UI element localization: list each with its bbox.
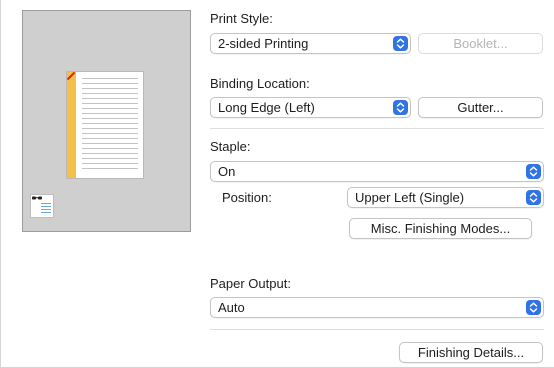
chevron-updown-icon [526, 190, 541, 205]
text-line [82, 168, 138, 169]
text-line [82, 148, 138, 149]
text-line [82, 108, 138, 109]
binding-edge-indicator [67, 72, 76, 178]
chevron-updown-icon [526, 300, 541, 315]
section-divider [210, 128, 544, 129]
text-line [82, 98, 138, 99]
paper-output-value: Auto [218, 300, 245, 315]
chevron-updown-icon [526, 164, 541, 179]
text-line [82, 118, 138, 119]
staple-select[interactable]: On [210, 161, 544, 182]
print-style-value: 2-sided Printing [218, 36, 309, 51]
binding-location-label: Binding Location: [210, 76, 310, 91]
text-line [82, 93, 138, 94]
staple-label: Staple: [210, 139, 251, 154]
text-line [82, 133, 138, 134]
text-line [82, 78, 138, 79]
text-line [82, 88, 138, 89]
text-line [82, 153, 138, 154]
text-line [82, 103, 138, 104]
chevron-updown-icon [393, 36, 408, 51]
binding-location-value: Long Edge (Left) [218, 100, 315, 115]
preview-page [66, 71, 144, 179]
page-layout-thumbnail-icon [30, 194, 54, 218]
print-style-select[interactable]: 2-sided Printing [210, 33, 411, 54]
staple-value: On [218, 164, 236, 179]
binding-location-select[interactable]: Long Edge (Left) [210, 97, 411, 118]
finishing-panel: Print Style: 2-sided Printing Booklet...… [0, 0, 554, 368]
text-line [82, 138, 138, 139]
text-line [82, 143, 138, 144]
text-line [82, 163, 138, 164]
booklet-button[interactable]: Booklet... [418, 33, 543, 54]
text-line [82, 113, 138, 114]
text-line [82, 123, 138, 124]
text-line [82, 83, 138, 84]
text-line [82, 158, 138, 159]
staple-position-label: Position: [222, 190, 272, 205]
section-divider [210, 329, 544, 330]
print-style-label: Print Style: [210, 11, 273, 26]
gutter-button[interactable]: Gutter... [418, 97, 543, 118]
staple-position-value: Upper Left (Single) [355, 190, 465, 205]
paper-output-label: Paper Output: [210, 276, 291, 291]
finishing-preview [22, 10, 191, 232]
chevron-updown-icon [393, 100, 408, 115]
finishing-details-button[interactable]: Finishing Details... [399, 342, 543, 363]
misc-finishing-modes-button[interactable]: Misc. Finishing Modes... [349, 218, 532, 239]
staple-position-select[interactable]: Upper Left (Single) [347, 187, 544, 208]
paper-output-select[interactable]: Auto [210, 297, 544, 318]
panel-left-border [0, 0, 1, 368]
text-line [82, 128, 138, 129]
